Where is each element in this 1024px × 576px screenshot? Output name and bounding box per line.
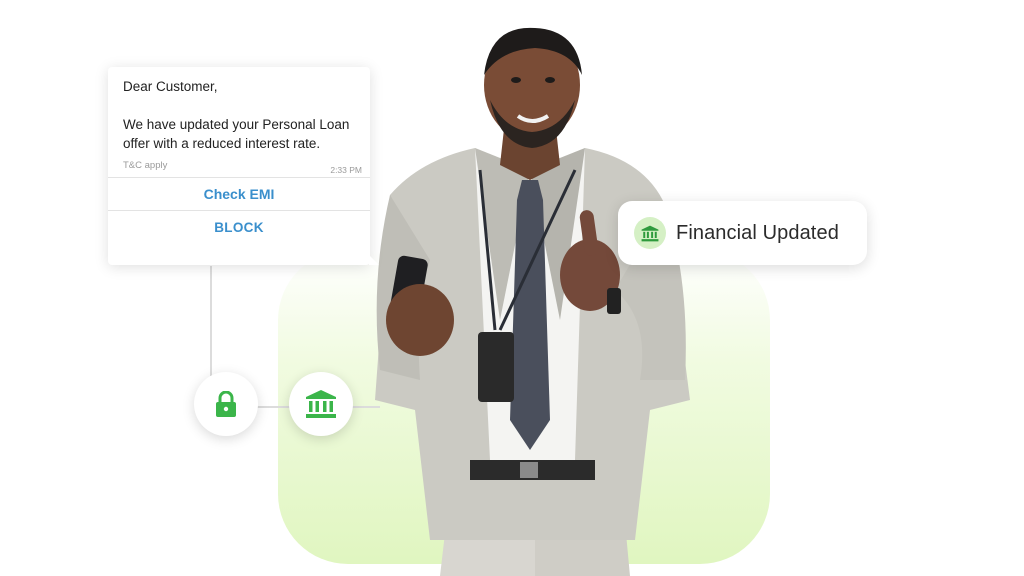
sms-message-card: Dear Customer, We have updated your Pers… [108,67,379,265]
bank-icon [306,390,336,418]
notification-label: Financial Updated [676,221,839,244]
bank-icon [641,225,659,241]
notification-icon-wrap [634,217,666,249]
lock-icon [216,391,236,417]
financial-updated-notification: Financial Updated [618,201,867,265]
message-body: Dear Customer, We have updated your Pers… [108,67,370,153]
bank-button[interactable] [289,372,353,436]
terms-label: T&C apply [123,160,168,171]
block-button[interactable]: BLOCK [108,210,370,243]
message-meta: T&C apply 2:33 PM [108,153,370,177]
lock-button[interactable] [194,372,258,436]
message-text: We have updated your Personal Loan offer… [123,117,350,151]
check-emi-button[interactable]: Check EMI [108,177,370,210]
message-timestamp: 2:33 PM [330,165,362,175]
businessman-photo [375,27,690,576]
connector-line [210,266,212,376]
connector-line [254,406,294,408]
message-greeting: Dear Customer, [123,79,218,94]
